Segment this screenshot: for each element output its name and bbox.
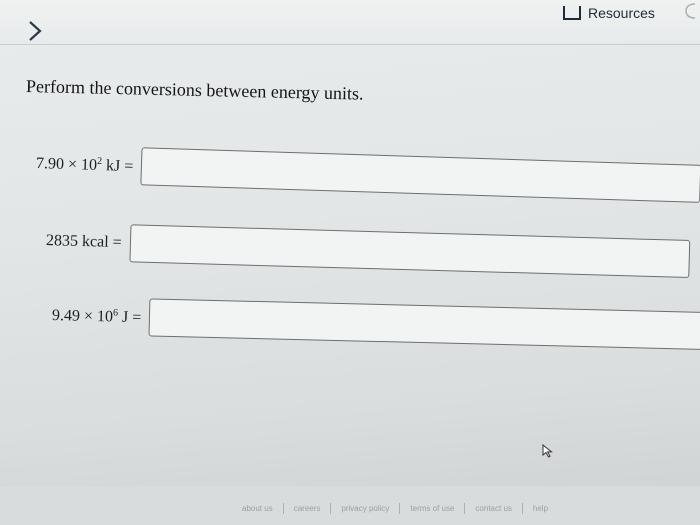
footer-links: about us careers privacy policy terms of…: [232, 503, 558, 514]
conversion-expression-3: 9.49 × 106 J =: [51, 306, 142, 326]
answer-input-2[interactable]: [129, 224, 690, 278]
footer-link-contact[interactable]: contact us: [465, 503, 523, 514]
mouse-pointer-icon: [542, 444, 553, 458]
footer-link-privacy[interactable]: privacy policy: [331, 503, 401, 514]
footer-link-terms[interactable]: terms of use: [400, 503, 466, 514]
conversion-row-1: 7.90 × 102 kJ =: [35, 144, 700, 203]
question-instruction: Perform the conversions between energy u…: [25, 76, 364, 104]
footer-link-about[interactable]: about us: [232, 503, 284, 514]
resources-label: Resources: [588, 5, 655, 21]
answer-input-3[interactable]: [148, 298, 700, 351]
chevron-right-icon[interactable]: [24, 18, 46, 44]
footer-link-help[interactable]: help: [523, 503, 558, 514]
answer-input-1[interactable]: [140, 147, 700, 203]
resources-button[interactable]: Resources: [562, 0, 655, 26]
top-bar-divider: [0, 44, 700, 45]
conversion-row-3: 9.49 × 106 J =: [51, 296, 700, 351]
panel-edge-icon: [685, 3, 696, 19]
conversion-expression-2: 2835 kcal =: [45, 232, 122, 252]
conversion-row-2: 2835 kcal =: [45, 222, 690, 278]
footer-link-careers[interactable]: careers: [284, 503, 332, 514]
conversion-expression-1: 7.90 × 102 kJ =: [35, 154, 134, 175]
bookmark-box-icon: [563, 6, 581, 20]
page: Resources Perform the conversions betwee…: [0, 0, 700, 525]
